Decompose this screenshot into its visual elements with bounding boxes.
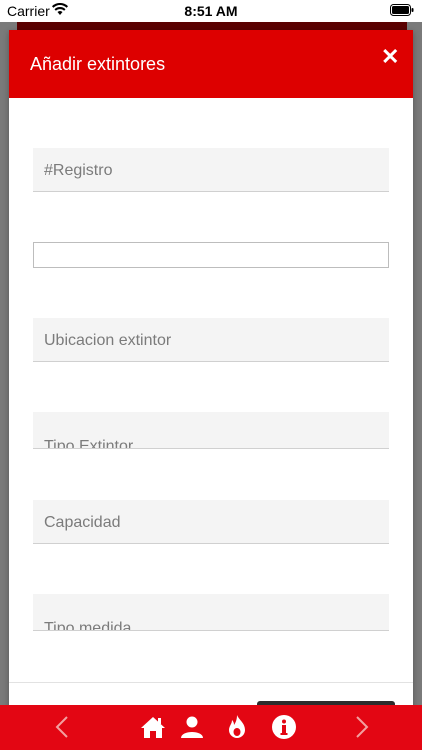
modal-title: Añadir extintores: [30, 54, 166, 74]
user-icon[interactable]: [179, 714, 205, 740]
tipo-extintor-select[interactable]: Tipo Extintor: [33, 412, 389, 449]
close-icon[interactable]: ✕: [381, 46, 399, 68]
fire-icon[interactable]: [224, 714, 250, 740]
ubicacion-input[interactable]: Ubicacion extintor: [33, 318, 389, 362]
status-bar: Carrier 8:51 AM: [0, 0, 422, 22]
tipo-extintor-placeholder: Tipo Extintor: [44, 438, 134, 449]
add-extinguisher-modal: Añadir extintores ✕ #Registro Ubicacion …: [9, 30, 413, 710]
tipo-medida-placeholder: Tipo medida: [44, 620, 132, 631]
background-card-edge: [17, 22, 407, 30]
info-icon[interactable]: [271, 714, 297, 740]
date-input[interactable]: [33, 242, 389, 268]
battery-icon: [390, 4, 414, 16]
capacidad-placeholder: Capacidad: [44, 514, 121, 531]
chevron-left-icon[interactable]: [50, 714, 76, 740]
chevron-right-icon[interactable]: [348, 714, 374, 740]
modal-footer-divider: [9, 682, 413, 683]
modal-header: Añadir extintores ✕: [9, 30, 413, 98]
home-icon[interactable]: [140, 714, 166, 740]
registro-placeholder: #Registro: [44, 162, 113, 179]
capacidad-input[interactable]: Capacidad: [33, 500, 389, 544]
ubicacion-placeholder: Ubicacion extintor: [44, 332, 172, 349]
tipo-medida-select[interactable]: Tipo medida: [33, 594, 389, 631]
bottom-nav: [0, 705, 422, 750]
clock: 8:51 AM: [184, 3, 238, 19]
registro-input[interactable]: #Registro: [33, 148, 389, 192]
